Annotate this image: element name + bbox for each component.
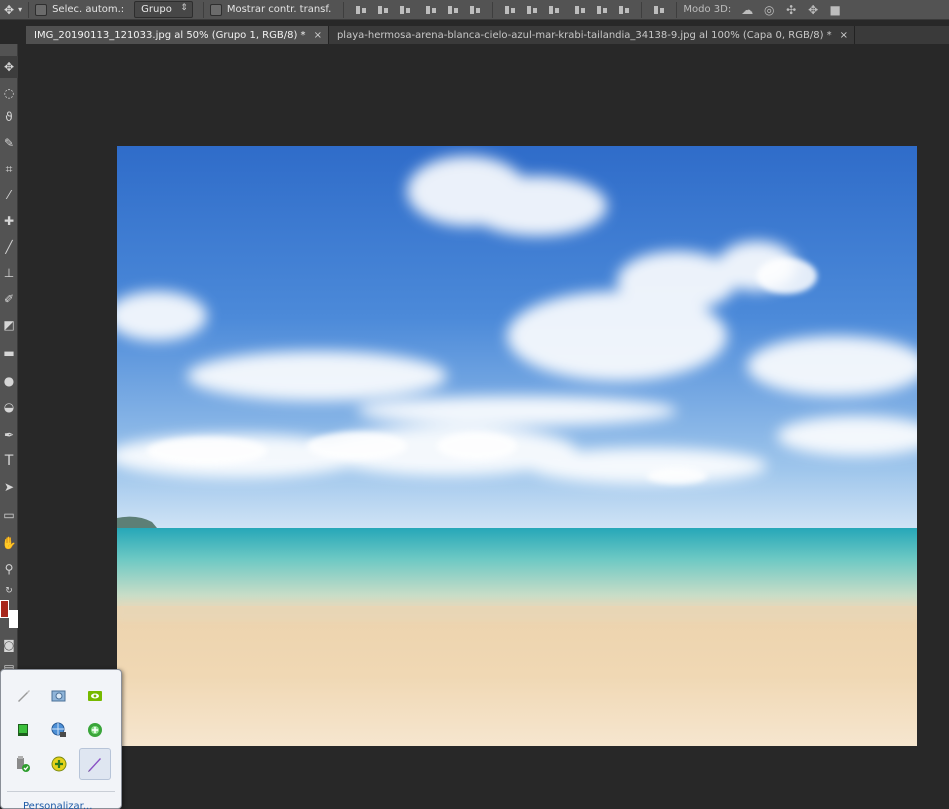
align-bottom-edges-icon[interactable] <box>398 3 412 17</box>
align-left-edges-icon[interactable] <box>424 3 438 17</box>
move-tool-icon[interactable]: ✥ <box>0 56 18 78</box>
divider <box>28 1 30 18</box>
document-canvas[interactable] <box>117 146 917 746</box>
type-tool-icon[interactable]: T <box>0 450 18 472</box>
close-icon[interactable]: × <box>840 30 848 41</box>
move-tool-preset[interactable]: ✥ ▾ <box>4 3 22 17</box>
distribute-horizontal-centers-icon[interactable] <box>595 3 609 17</box>
show-transform-option[interactable]: Mostrar contr. transf. <box>209 3 332 16</box>
auto-select-option[interactable]: Selec. autom.: <box>35 3 125 16</box>
network-globe-icon[interactable] <box>43 714 75 746</box>
system-tray-popup: Personalizar... <box>0 669 122 809</box>
hand-tool-icon[interactable]: ✋ <box>0 532 18 554</box>
divider <box>202 1 204 18</box>
tools-panel: ✥ ◌ ϑ ✎ ⌗ ⁄ ✚ ╱ ⊥ ✐ ◩ ▬ ● ◒ ✒ T ➤ ▭ ✋ ⚲ … <box>0 44 18 684</box>
history-brush-tool-icon[interactable]: ✐ <box>0 288 18 310</box>
beach-photo <box>117 146 917 746</box>
auto-align-layers-icon[interactable] <box>652 3 666 17</box>
auto-select-checkbox[interactable] <box>35 3 48 16</box>
align-right-edges-icon[interactable] <box>468 3 482 17</box>
document-tabs: IMG_20190113_121033.jpg al 50% (Grupo 1,… <box>26 26 949 44</box>
nvidia-icon[interactable] <box>79 680 111 712</box>
marquee-tool-icon[interactable]: ◌ <box>0 82 18 104</box>
safe-remove-usb-icon[interactable] <box>7 748 39 780</box>
healing-brush-tool-icon[interactable]: ✚ <box>0 210 18 232</box>
blur-tool-icon[interactable]: ● <box>0 370 18 392</box>
green-orb-icon[interactable] <box>79 714 111 746</box>
tray-icons-grid <box>7 680 117 780</box>
eyedropper-tool-icon[interactable]: ⁄ <box>0 184 18 206</box>
slide-3d-icon[interactable]: ✥ <box>805 3 821 17</box>
align-top-edges-icon[interactable] <box>354 3 368 17</box>
scale-3d-icon[interactable]: ■ <box>827 3 843 17</box>
distribute-bottom-edges-icon[interactable] <box>547 3 561 17</box>
pen-stylus-icon[interactable] <box>79 748 111 780</box>
path-selection-tool-icon[interactable]: ➤ <box>0 476 18 498</box>
align-horizontal-centers-icon[interactable] <box>446 3 460 17</box>
roll-3d-icon[interactable]: ◎ <box>761 3 777 17</box>
auto-select-dropdown[interactable]: Grupo <box>134 1 193 18</box>
tray-customize-link[interactable]: Personalizar... <box>23 801 92 809</box>
dodge-tool-icon[interactable]: ◒ <box>0 396 18 418</box>
options-bar: ✥ ▾ Selec. autom.: Grupo Mostrar contr. … <box>0 0 949 20</box>
divider <box>641 1 643 18</box>
pen-tool-icon[interactable]: ✒ <box>0 424 18 446</box>
distribute-vertical-centers-icon[interactable] <box>525 3 539 17</box>
memory-card-icon[interactable] <box>7 714 39 746</box>
crop-tool-icon[interactable]: ⌗ <box>0 158 18 180</box>
rectangle-tool-icon[interactable]: ▭ <box>0 504 18 526</box>
move-tool-icon: ✥ <box>4 2 15 17</box>
foreground-color-swatch[interactable] <box>0 600 9 618</box>
photoshop-window: ✥ ▾ Selec. autom.: Grupo Mostrar contr. … <box>0 0 949 809</box>
pen-tablet-icon[interactable] <box>7 680 39 712</box>
auto-select-label: Selec. autom.: <box>52 4 125 15</box>
chevron-down-icon: ▾ <box>18 5 23 14</box>
distribute-right-edges-icon[interactable] <box>617 3 631 17</box>
distribute-left-edges-icon[interactable] <box>573 3 587 17</box>
mode-3d-label: Modo 3D: <box>683 4 732 15</box>
clone-stamp-tool-icon[interactable]: ⊥ <box>0 262 18 284</box>
brush-tool-icon[interactable]: ╱ <box>0 236 18 258</box>
gradient-tool-icon[interactable]: ▬ <box>0 342 18 364</box>
tab-img-20190113[interactable]: IMG_20190113_121033.jpg al 50% (Grupo 1,… <box>26 26 329 44</box>
tab-label: IMG_20190113_121033.jpg al 50% (Grupo 1,… <box>34 29 306 41</box>
align-vertical-centers-icon[interactable] <box>376 3 390 17</box>
show-transform-checkbox[interactable] <box>209 3 222 16</box>
tab-playa-hermosa[interactable]: playa-hermosa-arena-blanca-cielo-azul-ma… <box>328 26 856 44</box>
zoom-tool-icon[interactable]: ⚲ <box>0 558 18 580</box>
tray-divider <box>7 791 115 792</box>
screen-capture-icon[interactable] <box>43 680 75 712</box>
auto-select-value: Grupo <box>141 4 172 15</box>
add-plus-icon[interactable] <box>43 748 75 780</box>
drag-3d-icon[interactable]: ✣ <box>783 3 799 17</box>
swap-colors-icon[interactable]: ↻ <box>0 580 18 602</box>
show-transform-label: Mostrar contr. transf. <box>226 4 332 15</box>
distribute-top-edges-icon[interactable] <box>503 3 517 17</box>
quick-selection-tool-icon[interactable]: ✎ <box>0 132 18 154</box>
quick-mask-icon[interactable]: ◙ <box>0 634 18 656</box>
eraser-tool-icon[interactable]: ◩ <box>0 314 18 336</box>
divider <box>676 1 678 18</box>
background-color-swatch[interactable] <box>9 610 18 628</box>
lasso-tool-icon[interactable]: ϑ <box>0 106 18 128</box>
close-icon[interactable]: × <box>314 30 322 41</box>
rotate-3d-icon[interactable]: ☁ <box>739 3 755 17</box>
divider <box>343 1 345 18</box>
divider <box>492 1 494 18</box>
tab-label: playa-hermosa-arena-blanca-cielo-azul-ma… <box>336 29 832 41</box>
